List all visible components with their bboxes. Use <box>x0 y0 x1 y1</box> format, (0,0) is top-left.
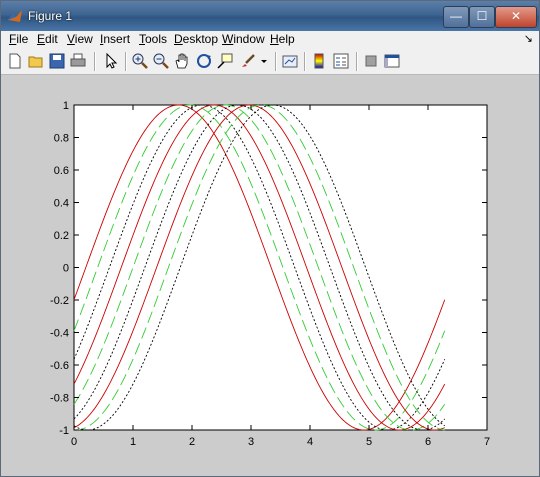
figure-toolbar <box>1 48 539 75</box>
print-icon[interactable] <box>69 52 87 70</box>
x-tick-label: 7 <box>484 436 490 448</box>
menu-desktop[interactable]: Desktop <box>174 32 218 46</box>
menu-bar: File Edit View Insert Tools Desktop Wind… <box>1 31 539 48</box>
menu-window[interactable]: Window <box>222 32 265 46</box>
y-tick-label: -1 <box>59 425 69 437</box>
save-icon[interactable] <box>48 52 66 70</box>
menu-view[interactable]: View <box>67 32 93 46</box>
x-tick-label: 5 <box>366 436 372 448</box>
dock-arrow-icon[interactable]: ↘ <box>524 32 533 45</box>
legend-icon[interactable] <box>332 52 350 70</box>
y-tick-label: -0.6 <box>50 360 69 372</box>
toolbar-separator <box>304 52 306 71</box>
colorbar-icon[interactable] <box>310 52 328 70</box>
y-tick-label: 1 <box>63 100 69 112</box>
brush-icon[interactable] <box>239 52 257 70</box>
y-tick-label: -0.2 <box>50 295 69 307</box>
y-tick-label: -0.4 <box>50 328 69 340</box>
figure-canvas: 0 1 2 3 4 5 6 7 1 0.8 0.6 0.4 0.2 0 -0.2 -0.4 -0.6 -0.8 -1 <box>1 75 539 476</box>
title-bar[interactable]: Figure 1 — ☐ ✕ <box>1 1 539 31</box>
toolbar-separator <box>356 52 358 71</box>
menu-tools[interactable]: Tools <box>139 32 167 46</box>
x-tick-label: 0 <box>71 436 77 448</box>
menu-help[interactable]: Help <box>270 32 295 46</box>
brush-dropdown-icon[interactable] <box>259 52 269 70</box>
toolbar-separator <box>125 52 127 71</box>
zoom-out-icon[interactable] <box>152 52 170 70</box>
window-title: Figure 1 <box>28 9 73 23</box>
rotate-3d-icon[interactable] <box>195 52 213 70</box>
x-tick-label: 2 <box>189 436 195 448</box>
matlab-logo-icon <box>8 10 22 22</box>
x-tick-label: 3 <box>248 436 254 448</box>
figure-window: Figure 1 — ☐ ✕ File Edit View Insert Too… <box>0 0 540 477</box>
y-tick-label: 0.2 <box>54 230 69 242</box>
minimize-button[interactable]: — <box>443 6 469 28</box>
y-tick-label: 0.4 <box>54 198 69 210</box>
x-tick-label: 4 <box>307 436 313 448</box>
menu-edit[interactable]: Edit <box>37 32 58 46</box>
maximize-button[interactable]: ☐ <box>469 6 495 28</box>
y-tick-label: 0.6 <box>54 165 69 177</box>
toolbar-separator <box>275 52 277 71</box>
link-plot-icon[interactable] <box>281 52 299 70</box>
menu-file[interactable]: File <box>9 32 28 46</box>
open-file-icon[interactable] <box>27 52 45 70</box>
y-tick-label: 0 <box>63 263 69 275</box>
x-tick-label: 6 <box>425 436 431 448</box>
data-cursor-icon[interactable] <box>216 52 234 70</box>
edit-plot-icon[interactable] <box>102 52 120 70</box>
show-plot-tools-icon[interactable] <box>383 52 401 70</box>
plot-axes[interactable]: 0 1 2 3 4 5 6 7 1 0.8 0.6 0.4 0.2 0 -0.2 -0.4 -0.6 -0.8 -1 <box>1 75 539 476</box>
hide-plot-tools-icon[interactable] <box>362 52 380 70</box>
x-tick-label: 1 <box>130 436 136 448</box>
menu-insert[interactable]: Insert <box>100 32 130 46</box>
axes-box <box>73 104 488 431</box>
y-tick-label: 0.8 <box>54 133 69 145</box>
y-tick-label: -0.8 <box>50 393 69 405</box>
pan-hand-icon[interactable] <box>173 52 191 70</box>
close-button[interactable]: ✕ <box>495 6 537 28</box>
new-figure-icon[interactable] <box>6 52 24 70</box>
zoom-in-icon[interactable] <box>131 52 149 70</box>
toolbar-separator <box>94 52 96 71</box>
